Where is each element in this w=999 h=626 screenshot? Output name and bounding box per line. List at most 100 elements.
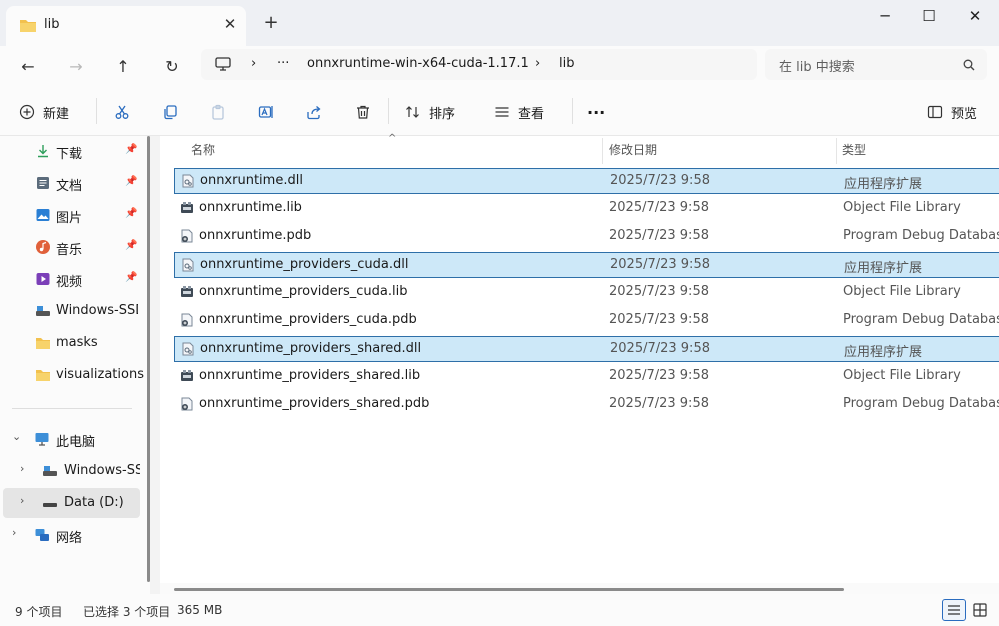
dll-icon <box>181 258 195 272</box>
sidebar-item-label: 下载 <box>56 147 83 162</box>
share-icon <box>307 106 321 120</box>
share-button[interactable] <box>306 101 322 123</box>
column-divider[interactable] <box>602 138 603 164</box>
trash-icon <box>357 105 369 119</box>
table-row[interactable]: onnxruntime_providers_shared.lib 2025/7/2… <box>174 364 999 390</box>
tiles-view-icon <box>973 603 987 617</box>
paste-button[interactable] <box>210 101 226 123</box>
column-header-date[interactable]: 修改日期 <box>609 141 657 158</box>
sort-button[interactable]: 排序 <box>405 101 455 123</box>
sidebar-item-music[interactable]: 音乐 📌 <box>0 232 145 262</box>
column-header-name[interactable]: 名称 <box>191 141 215 158</box>
sidebar-item-drive-c[interactable]: › Windows-SSD <box>0 456 145 486</box>
preview-pane-button[interactable]: 预览 <box>927 101 977 123</box>
file-name: onnxruntime_providers_cuda.dll <box>200 257 409 272</box>
column-divider[interactable] <box>836 138 837 164</box>
sidebar-item-label: Windows-SSD <box>56 303 138 318</box>
sidebar-item-drive-d[interactable]: › Data (D:) <box>3 488 140 518</box>
breadcrumb-segment-folder[interactable]: onnxruntime-win-x64-cuda-1.17.1 <box>307 56 529 71</box>
sidebar-divider <box>12 408 132 409</box>
file-date: 2025/7/23 9:58 <box>609 396 709 411</box>
tab-lib[interactable]: lib ✕ <box>6 6 246 46</box>
table-row[interactable]: onnxruntime_providers_cuda.dll 2025/7/23 … <box>174 252 999 278</box>
back-button[interactable]: ← <box>15 54 41 80</box>
sidebar-item-network[interactable]: › 网络 <box>0 520 145 550</box>
table-row[interactable]: onnxruntime.lib 2025/7/23 9:58 Object File… <box>174 196 999 222</box>
paste-icon <box>212 104 224 120</box>
table-row[interactable]: onnxruntime_providers_cuda.lib 2025/7/23 … <box>174 280 999 306</box>
sidebar-item-this-pc[interactable]: ⌄ 此电脑 <box>0 424 145 454</box>
table-row[interactable]: onnxruntime_providers_shared.dll 2025/7/2… <box>174 336 999 362</box>
file-list: ^ 名称 修改日期 类型 onnxruntime.dll 2025/7/23 9:… <box>160 133 999 594</box>
navigation-pane: 下载 📌 文档 📌 图片 📌 音乐 📌 视频 📌 Windows-SSD mas… <box>0 136 150 594</box>
more-options-button[interactable]: ··· <box>587 101 605 123</box>
sidebar-item-masks[interactable]: masks <box>0 328 145 358</box>
chevron-right-icon[interactable]: › <box>12 526 16 539</box>
command-bar: 新建 排序 查看 ··· 预览 <box>0 86 999 136</box>
details-view-button[interactable] <box>942 599 966 621</box>
breadcrumb-overflow[interactable]: ··· <box>277 56 289 71</box>
chevron-right-icon[interactable]: › <box>20 462 24 475</box>
refresh-button[interactable]: ↻ <box>159 54 185 80</box>
cut-button[interactable] <box>114 101 130 123</box>
sidebar-item-label: masks <box>56 335 98 350</box>
sidebar-item-label: 音乐 <box>56 243 83 258</box>
sidebar-item-documents[interactable]: 文档 📌 <box>0 168 145 198</box>
file-type: Object File Library <box>843 368 961 383</box>
scrollbar-thumb[interactable] <box>174 588 844 591</box>
sidebar-scrollbar[interactable] <box>147 136 150 582</box>
new-button[interactable]: 新建 <box>19 101 69 123</box>
breadcrumb-segment-lib[interactable]: lib <box>559 56 574 71</box>
minimize-button[interactable]: ─ <box>870 6 900 26</box>
sidebar-item-visualizations[interactable]: visualizations <box>0 360 145 390</box>
view-list-icon <box>495 107 509 117</box>
sidebar-item-pictures[interactable]: 图片 📌 <box>0 200 145 230</box>
rename-button[interactable] <box>258 101 274 123</box>
file-type: 应用程序扩展 <box>844 345 923 360</box>
search-input[interactable]: 在 lib 中搜索 <box>779 56 855 75</box>
drive-icon <box>43 466 57 476</box>
chevron-right-icon[interactable]: › <box>20 494 24 507</box>
tiles-view-button[interactable] <box>968 599 992 621</box>
sidebar-item-videos[interactable]: 视频 📌 <box>0 264 145 294</box>
pin-icon: 📌 <box>125 240 138 251</box>
maximize-button[interactable]: ☐ <box>914 6 944 26</box>
view-button[interactable]: 查看 <box>494 101 544 123</box>
dll-icon <box>181 342 195 356</box>
chevron-down-icon[interactable]: ⌄ <box>12 430 21 443</box>
file-name: onnxruntime_providers_cuda.pdb <box>199 312 417 327</box>
search-box[interactable]: 在 lib 中搜索 <box>765 49 987 80</box>
file-type: 应用程序扩展 <box>844 261 923 276</box>
sidebar-item-label: 此电脑 <box>56 435 96 450</box>
address-field[interactable]: › ··· onnxruntime-win-x64-cuda-1.17.1 › … <box>201 49 757 80</box>
sidebar-item-downloads[interactable]: 下载 📌 <box>0 136 145 166</box>
new-tab-button[interactable]: + <box>262 14 280 32</box>
video-icon <box>36 273 50 285</box>
forward-button[interactable]: → <box>63 54 89 80</box>
file-type: Object File Library <box>843 200 961 215</box>
table-row[interactable]: onnxruntime_providers_cuda.pdb 2025/7/23 … <box>174 308 999 334</box>
copy-button[interactable] <box>162 101 178 123</box>
table-row[interactable]: onnxruntime.pdb 2025/7/23 9:58 Program Deb… <box>174 224 999 250</box>
column-header-type[interactable]: 类型 <box>842 141 866 158</box>
close-window-button[interactable]: ✕ <box>960 6 990 26</box>
sort-icon <box>406 106 419 118</box>
horizontal-scrollbar[interactable] <box>160 583 999 594</box>
table-row[interactable]: onnxruntime_providers_shared.pdb 2025/7/2… <box>174 392 999 418</box>
up-button[interactable]: ↑ <box>110 54 136 80</box>
sidebar-item-windows-ssd[interactable]: Windows-SSD <box>0 296 145 326</box>
table-row[interactable]: onnxruntime.dll 2025/7/23 9:58 应用程序扩展 <box>174 168 999 194</box>
document-icon <box>37 177 49 189</box>
breadcrumb-chevron: › <box>535 56 541 71</box>
close-tab-icon[interactable]: ✕ <box>221 15 239 33</box>
breadcrumb-chevron: › <box>251 56 257 71</box>
sidebar-item-label: Windows-SSD <box>64 463 140 478</box>
folder-icon <box>36 370 50 381</box>
delete-button[interactable] <box>355 101 371 123</box>
rename-icon <box>258 106 273 118</box>
new-label: 新建 <box>43 106 70 122</box>
folder-icon <box>20 20 36 32</box>
plus-circle-icon <box>19 104 35 120</box>
file-date: 2025/7/23 9:58 <box>609 368 709 383</box>
music-icon <box>36 240 50 254</box>
